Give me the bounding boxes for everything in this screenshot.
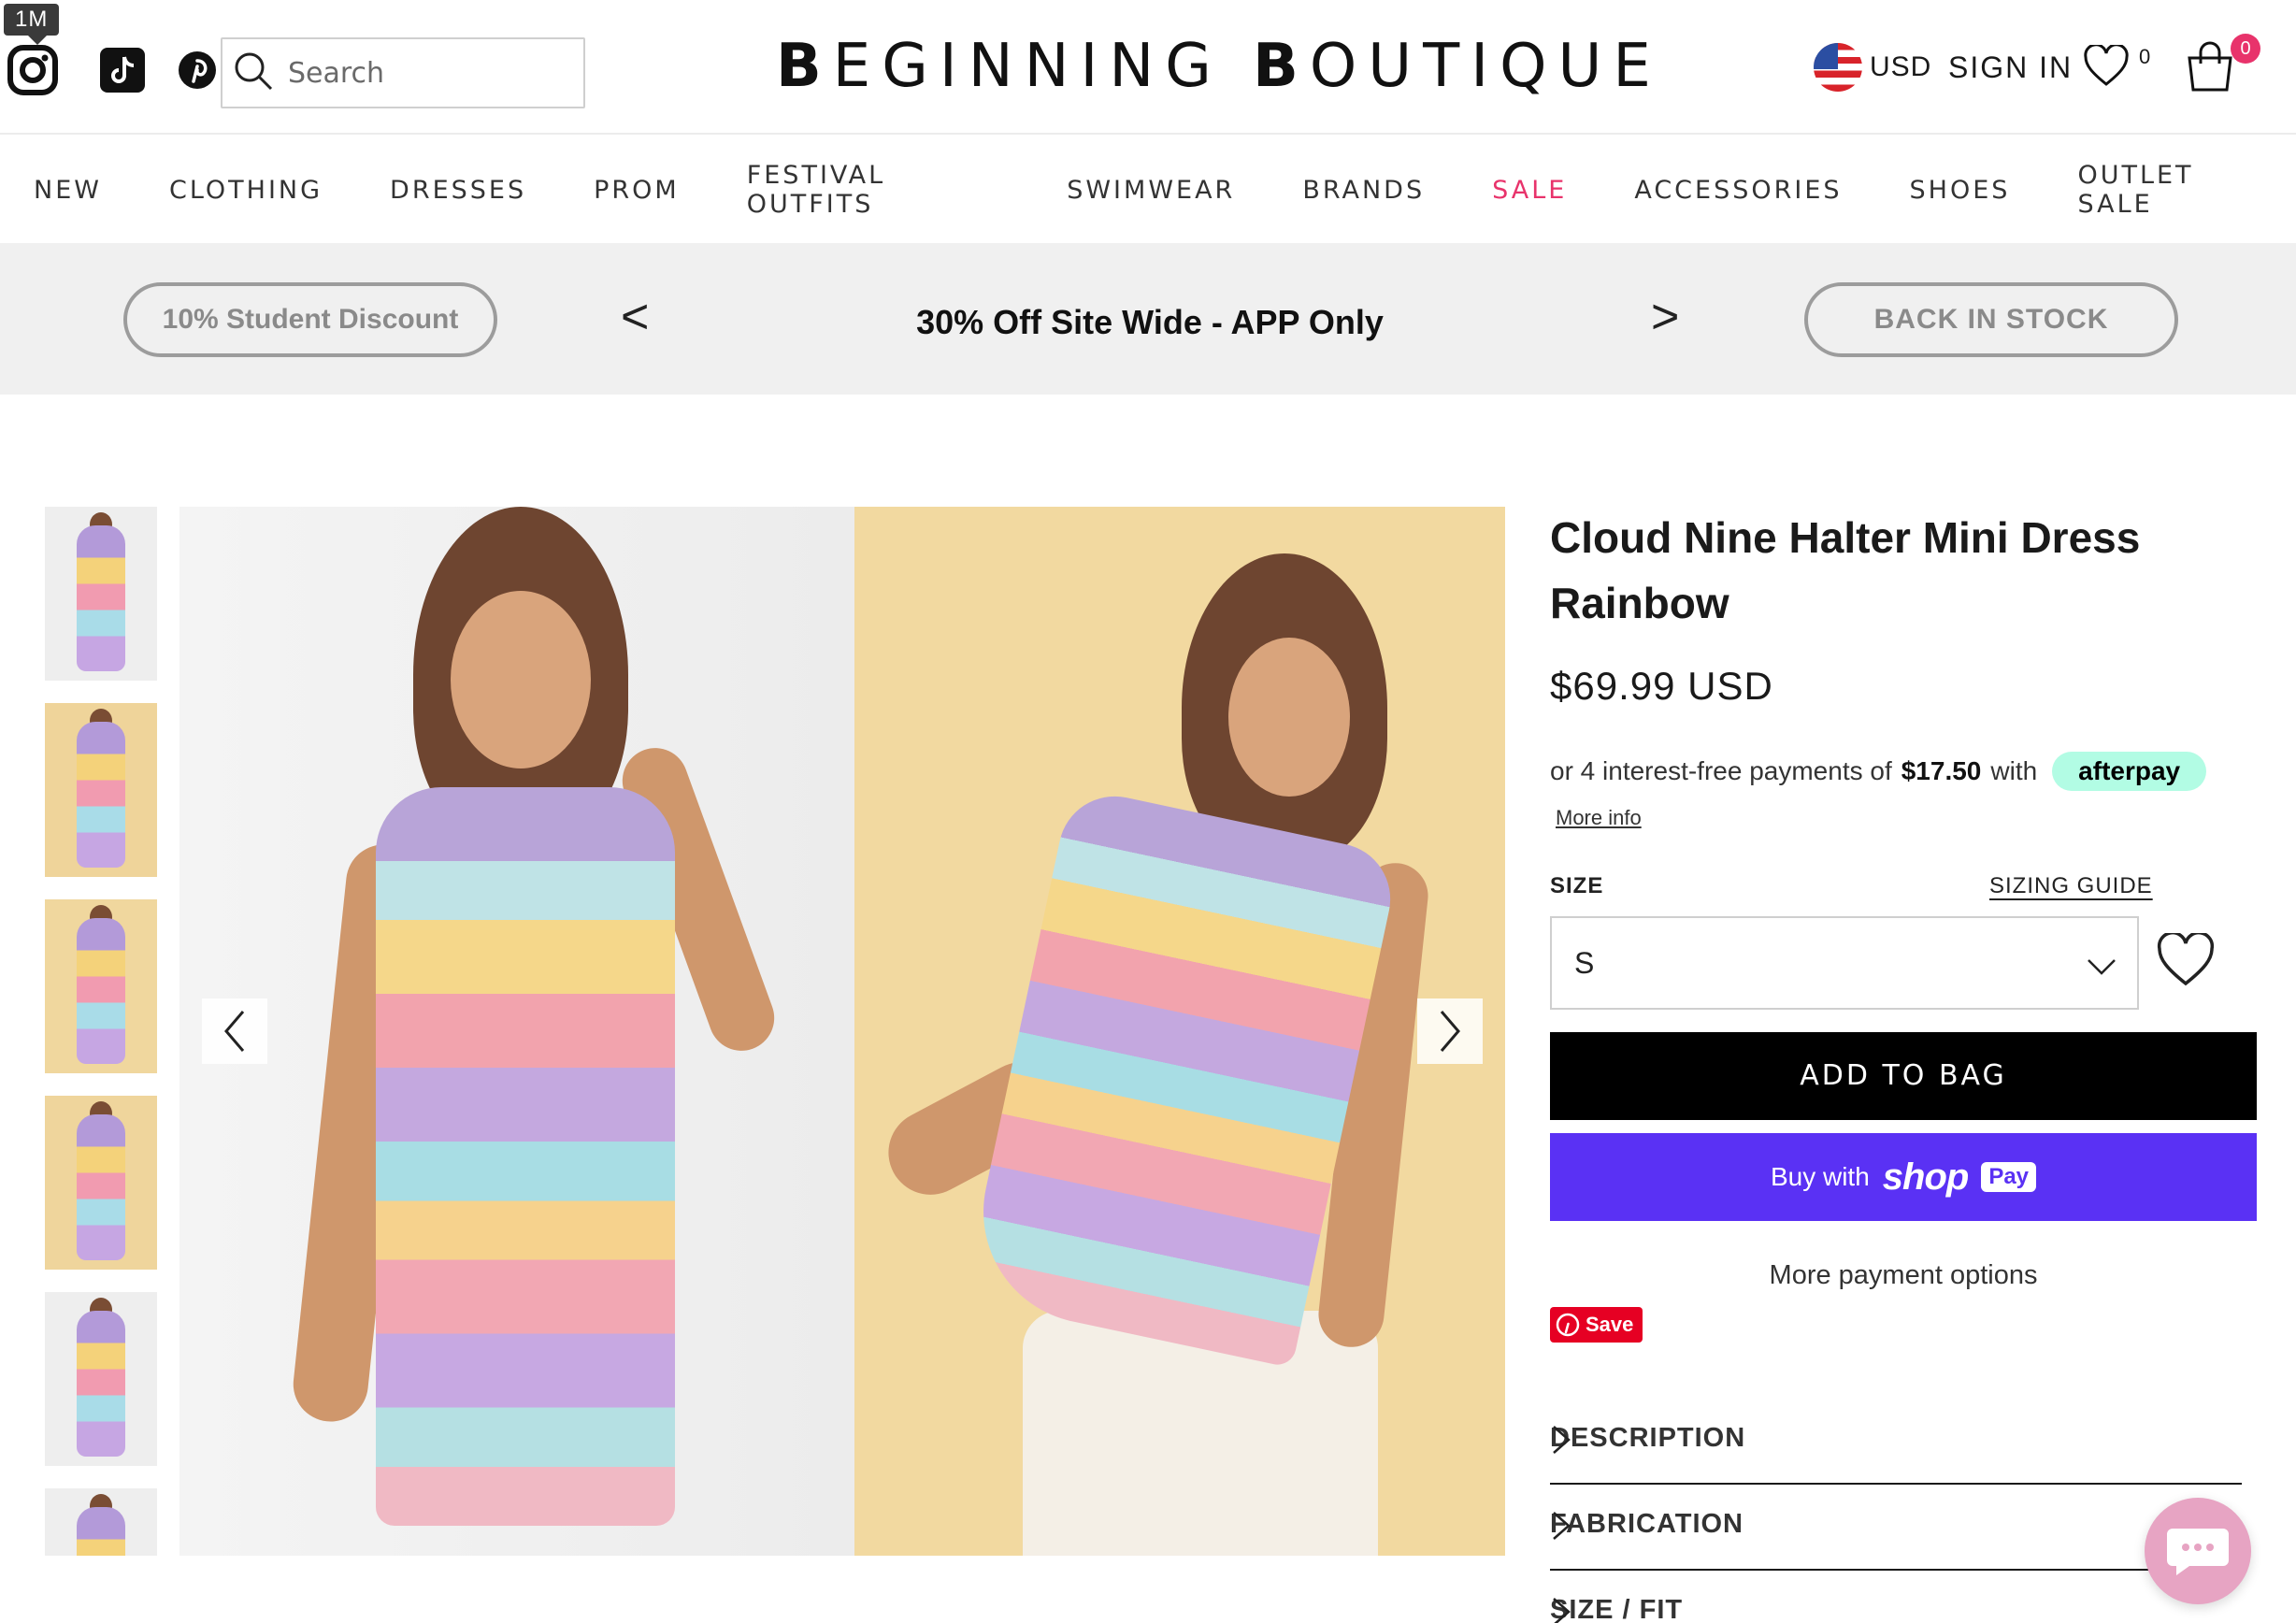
- instagram-icon[interactable]: [4, 41, 62, 99]
- afterpay-prefix: or 4 interest-free payments of: [1550, 756, 1892, 785]
- student-discount-button[interactable]: 10% Student Discount: [123, 282, 497, 357]
- thumbnail[interactable]: [45, 703, 157, 877]
- accordion-fabrication[interactable]: FABRICATION: [1550, 1485, 2242, 1571]
- product-price: $69.99 USD: [1550, 664, 1773, 708]
- bag-count-badge: 0: [2231, 34, 2260, 64]
- search-icon[interactable]: [232, 50, 275, 97]
- nav-item-swimwear[interactable]: SWIMWEAR: [1033, 176, 1269, 205]
- thumbnail[interactable]: [45, 1292, 157, 1466]
- nav-item-brands[interactable]: BRANDS: [1269, 176, 1458, 205]
- pinterest-save-button[interactable]: Save: [1550, 1307, 1643, 1343]
- nav-item-dresses[interactable]: DRESSES: [356, 176, 560, 205]
- search-bar[interactable]: [221, 37, 585, 108]
- nav-item-shoes[interactable]: SHOES: [1876, 176, 2045, 205]
- shop-pay-button[interactable]: Buy with shop Pay: [1550, 1133, 2257, 1221]
- main-nav: NEW CLOTHING DRESSES PROM FESTIVAL OUTFI…: [0, 136, 2296, 243]
- shop-pay-logo: shop: [1882, 1156, 1970, 1198]
- nav-item-clothing[interactable]: CLOTHING: [136, 176, 356, 205]
- chevron-right-icon: [1550, 1423, 2231, 1464]
- wishlist-count: 0: [2139, 45, 2151, 68]
- thumbnail[interactable]: [45, 1488, 157, 1556]
- afterpay-amount: $17.50: [1901, 756, 1982, 785]
- sign-in-link[interactable]: SIGN IN: [1948, 50, 2073, 85]
- product-image-front: [179, 507, 854, 1556]
- gallery-next-button[interactable]: [1417, 998, 1483, 1064]
- afterpay-info: or 4 interest-free payments of $17.50 wi…: [1550, 752, 2207, 791]
- size-label: SIZE: [1550, 873, 1604, 898]
- pin-save-label: Save: [1586, 1313, 1634, 1336]
- gallery-prev-button[interactable]: [202, 998, 267, 1064]
- add-to-bag-button[interactable]: ADD TO BAG: [1550, 1032, 2257, 1120]
- product-image-seated: [854, 507, 1505, 1556]
- promo-message: 30% Off Site Wide - APP Only: [916, 303, 1384, 341]
- nav-item-outlet-sale[interactable]: OUTLET SALE: [2044, 161, 2296, 219]
- back-in-stock-button[interactable]: BACK IN STOCK: [1804, 282, 2178, 357]
- pinterest-icon: [1556, 1313, 1580, 1337]
- add-to-wishlist-heart-icon[interactable]: [2156, 931, 2217, 989]
- size-selected-value: S: [1574, 945, 1595, 980]
- nav-item-new[interactable]: NEW: [0, 176, 136, 205]
- pinterest-icon[interactable]: [168, 41, 226, 99]
- thumbnail[interactable]: [45, 507, 157, 681]
- nav-item-sale[interactable]: SALE: [1458, 176, 1600, 205]
- nav-item-accessories[interactable]: ACCESSORIES: [1600, 176, 1875, 205]
- buy-with-label: Buy with: [1770, 1162, 1870, 1191]
- shop-pay-badge: Pay: [1981, 1162, 2037, 1192]
- promo-bar: 10% Student Discount < 30% Off Site Wide…: [0, 243, 2296, 395]
- chat-icon[interactable]: [2145, 1498, 2251, 1604]
- thumbnail-list: [45, 507, 157, 1556]
- promo-next-arrow[interactable]: >: [1651, 284, 1679, 350]
- chevron-right-icon: [1550, 1509, 2231, 1550]
- more-payment-options-link[interactable]: More payment options: [1550, 1260, 2257, 1291]
- afterpay-logo: afterpay: [2052, 752, 2207, 791]
- promo-prev-arrow[interactable]: <: [621, 284, 649, 350]
- sizing-guide-link[interactable]: SIZING GUIDE: [1989, 873, 2153, 899]
- thumbnail[interactable]: [45, 899, 157, 1073]
- site-header: 1M BEGINNING BOUTIQUE USD SIGN IN 0 0: [0, 0, 2296, 135]
- accordion-size-fit[interactable]: SIZE / FIT: [1550, 1571, 2242, 1623]
- tiktok-icon[interactable]: [93, 41, 151, 99]
- thumbnail[interactable]: [45, 1096, 157, 1270]
- site-logo[interactable]: BEGINNING BOUTIQUE: [776, 32, 1651, 101]
- accordion-description[interactable]: DESCRIPTION: [1550, 1399, 2242, 1485]
- currency-selector[interactable]: USD: [1814, 43, 1931, 92]
- nav-item-prom[interactable]: PROM: [560, 176, 713, 205]
- search-input[interactable]: [288, 56, 568, 90]
- us-flag-icon: [1814, 43, 1862, 92]
- product-title: Cloud Nine Halter Mini Dress Rainbow: [1550, 513, 2141, 627]
- afterpay-more-info-link[interactable]: More info: [1556, 806, 1642, 830]
- heart-icon[interactable]: [2083, 43, 2135, 93]
- chevron-right-icon: [1550, 1595, 2231, 1623]
- chevron-down-icon: [2085, 950, 2118, 984]
- afterpay-with: with: [1990, 756, 2038, 785]
- currency-label: USD: [1870, 51, 1932, 82]
- nav-item-festival-outfits[interactable]: FESTIVAL OUTFITS: [713, 161, 1034, 219]
- follower-count-tooltip: 1M: [4, 4, 60, 45]
- size-select[interactable]: S: [1550, 916, 2139, 1010]
